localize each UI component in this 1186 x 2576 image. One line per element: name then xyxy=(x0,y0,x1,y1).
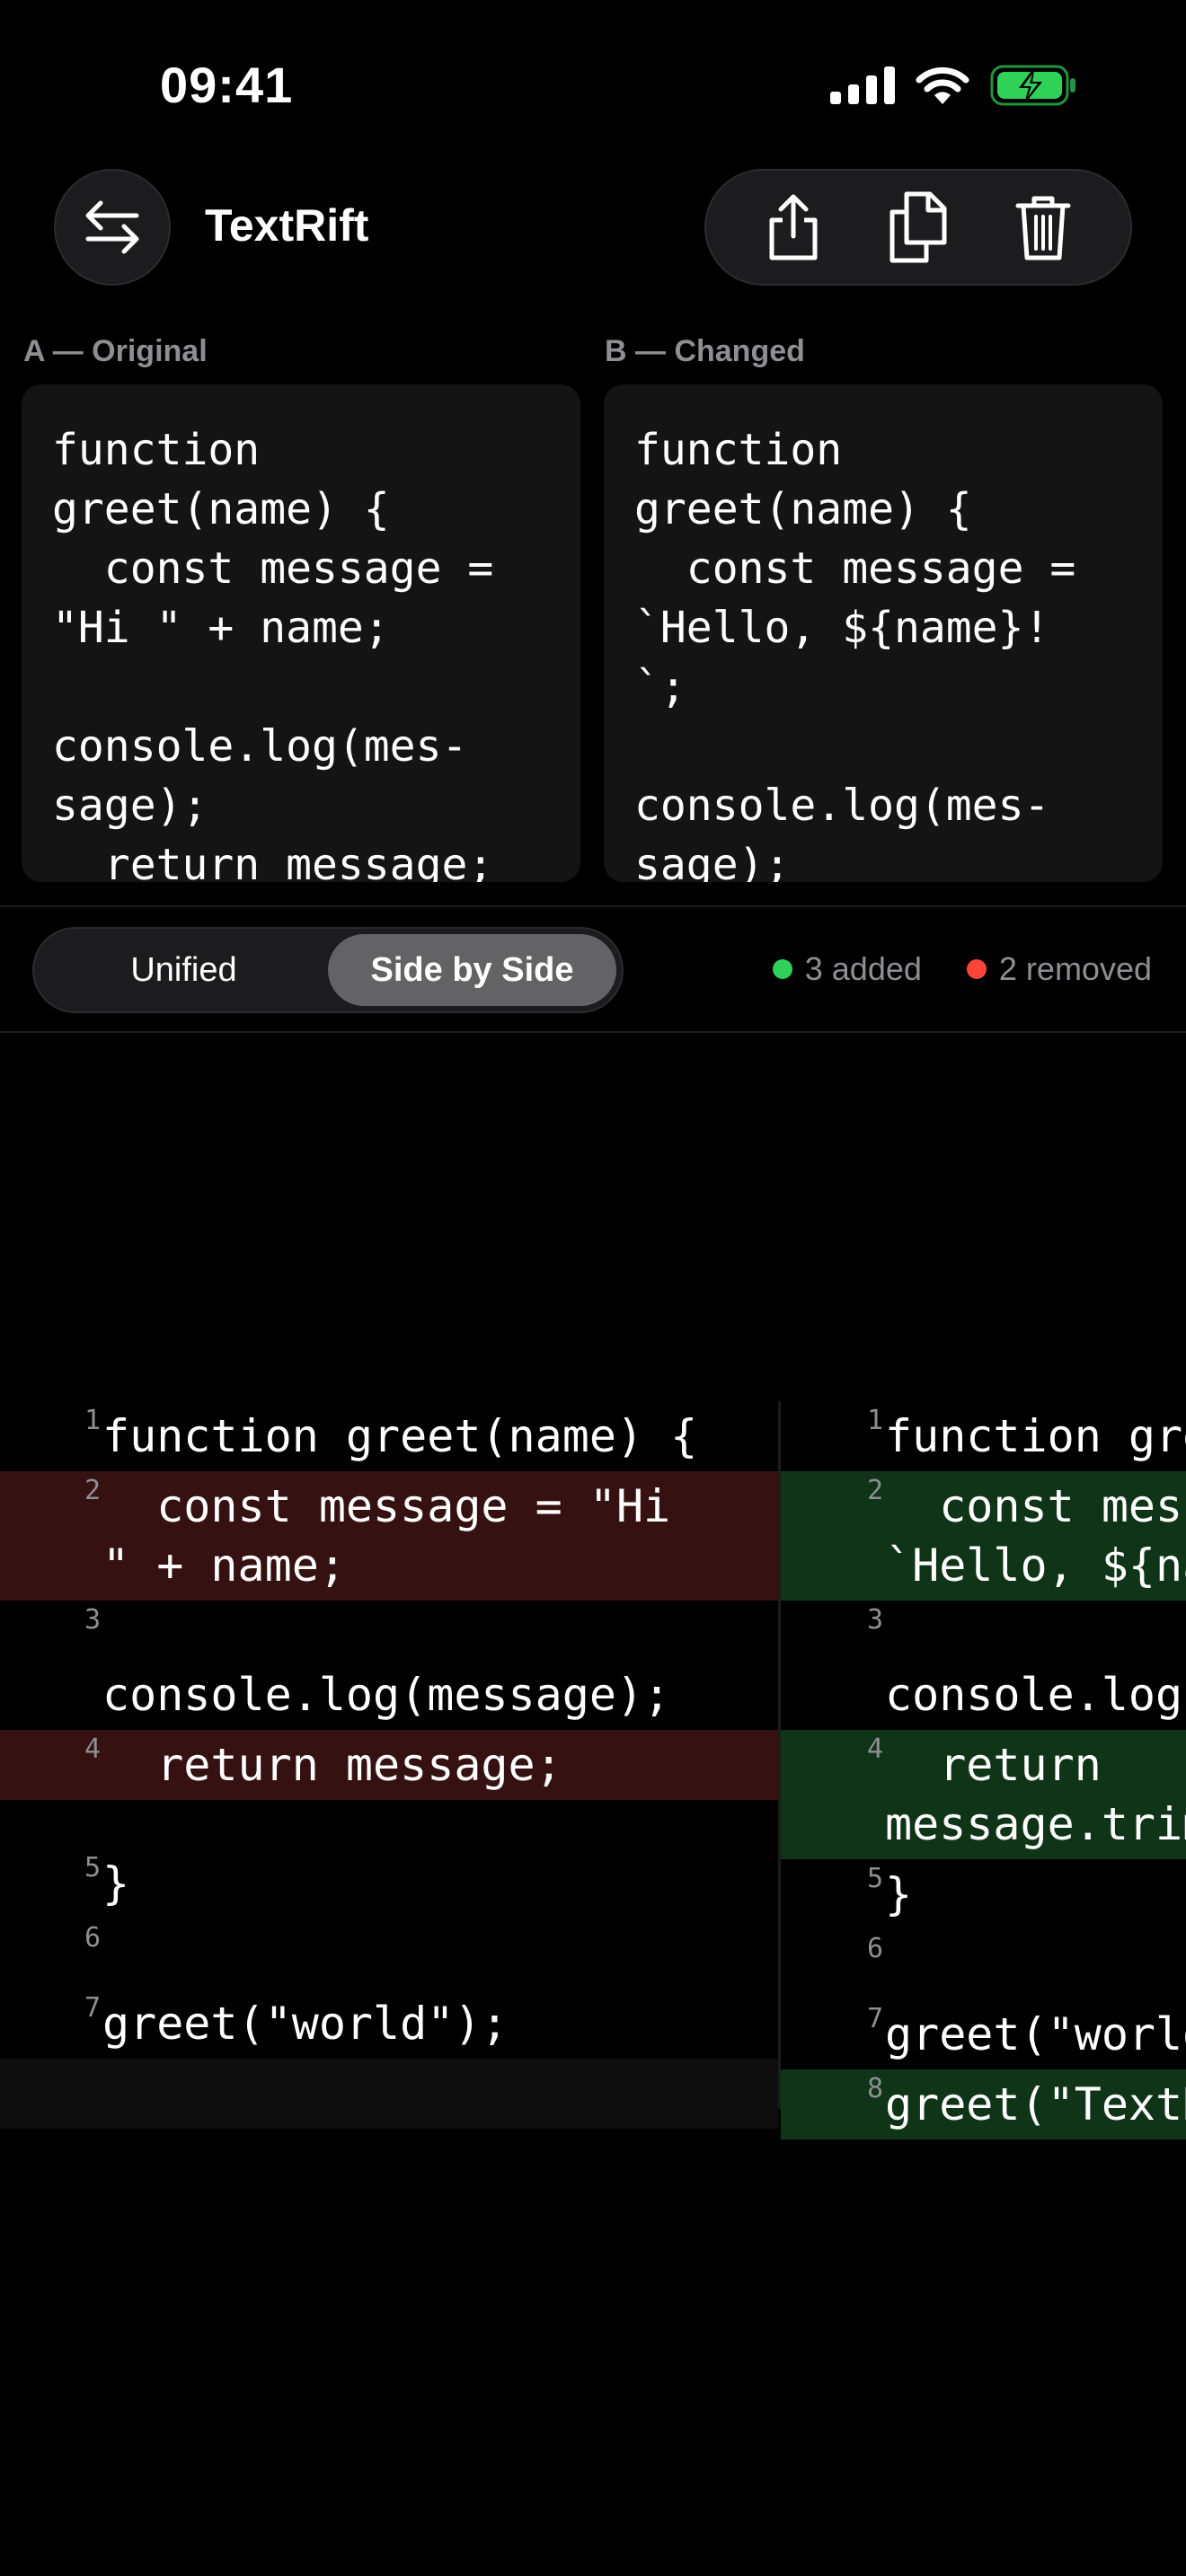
diff-stats: 3 added 2 removed xyxy=(772,950,1152,988)
diff-column-changed: 1function greet(name) {2 const message =… xyxy=(781,1401,1186,2139)
delete-button[interactable] xyxy=(998,182,1088,272)
diff-column-original: 1 function greet(name) {2 const message =… xyxy=(0,1401,778,2129)
diff-line-removed: 4 return message; xyxy=(0,1730,778,1800)
added-dot-icon xyxy=(772,959,792,979)
diff-line-placeholder xyxy=(0,2059,778,2129)
diff-line-same: 5} xyxy=(781,1859,1186,1929)
line-number: 1 xyxy=(84,1405,101,1436)
line-number: 5 xyxy=(84,1852,101,1883)
line-text: const message = "Hi " + name; xyxy=(102,1480,671,1592)
line-text: console.log(message); xyxy=(885,1669,1186,1721)
battery-charging-icon xyxy=(990,65,1075,106)
app-title: TextRift xyxy=(205,200,369,251)
line-text: greet("TextRift"); xyxy=(885,2078,1186,2130)
line-text: console.log(message); xyxy=(102,1669,671,1721)
diff-line-added: 4 return message.trim(); xyxy=(781,1730,1186,1859)
line-text: function greet(name) { xyxy=(102,1410,698,1462)
divider-bottom xyxy=(0,1031,1186,1033)
trash-icon xyxy=(1015,196,1071,260)
app-header: TextRift xyxy=(0,169,1186,286)
removed-stat: 2 removed xyxy=(966,950,1152,988)
copy-icon xyxy=(890,191,947,263)
line-number: 4 xyxy=(866,1734,883,1765)
diff-line-same: 5} xyxy=(0,1848,778,1919)
divider-top xyxy=(0,905,1186,907)
added-stat: 3 added xyxy=(772,950,922,988)
line-number: 5 xyxy=(866,1863,883,1894)
line-text: const message = `Hello, ${name}!`; xyxy=(885,1480,1186,1592)
line-text: greet("world"); xyxy=(102,1998,509,2050)
diff-line-same: 3 console.log(message); xyxy=(0,1601,778,1730)
line-number: 1 xyxy=(866,1405,883,1436)
swap-button[interactable] xyxy=(54,169,171,286)
diff-line-added: 2 const message = `Hello, ${name}!`; xyxy=(781,1471,1186,1601)
status-icons xyxy=(830,65,1078,106)
line-number: 8 xyxy=(866,2073,883,2104)
line-number: 2 xyxy=(866,1475,883,1506)
pane-b-label: B — Changed xyxy=(605,334,805,368)
wifi-icon xyxy=(916,66,969,104)
line-text: return message; xyxy=(102,1739,562,1791)
line-number: 6 xyxy=(84,1922,101,1954)
tab-unified[interactable]: Unified xyxy=(40,934,328,1006)
cellular-signal-icon xyxy=(830,66,895,104)
diff-line-removed: 2 const message = "Hi " + name; xyxy=(0,1471,778,1601)
pane-a-editor[interactable]: function greet(name) { const message = "… xyxy=(22,384,580,882)
line-number: 2 xyxy=(84,1475,101,1506)
removed-count: 2 removed xyxy=(998,950,1152,987)
diff-line-same: 3 console.log(message); xyxy=(781,1601,1186,1730)
line-text xyxy=(102,2059,129,2129)
line-number: 3 xyxy=(84,1604,101,1636)
line-text: } xyxy=(102,1857,130,1910)
view-mode-toggle: Unified Side by Side xyxy=(32,927,624,1013)
line-number: 7 xyxy=(866,2003,883,2034)
status-time: 09:41 xyxy=(160,57,294,113)
share-button[interactable] xyxy=(748,182,838,272)
line-number: 6 xyxy=(866,1933,883,1964)
removed-dot-icon xyxy=(966,959,987,979)
pane-b-text[interactable]: function greet(name) { const message = `… xyxy=(634,420,1132,882)
swap-arrows-icon xyxy=(85,200,139,254)
diff-line-added: 8greet("TextRift"); xyxy=(781,2069,1186,2139)
diff-line-same: 6 xyxy=(0,1919,778,1989)
status-bar: 09:41 xyxy=(0,0,1186,171)
diff-line-same: 1function greet(name) { xyxy=(0,1401,778,1471)
line-text: greet("world"); xyxy=(885,2008,1186,2060)
diff-line-same: 7greet("world"); xyxy=(0,1989,778,2059)
pane-a-text[interactable]: function greet(name) { const message = "… xyxy=(52,420,550,882)
added-count: 3 added xyxy=(804,950,922,987)
line-text: function greet(name) { xyxy=(885,1410,1186,1462)
line-number: 7 xyxy=(84,1992,101,2024)
copy-button[interactable] xyxy=(873,182,963,272)
diff-line-spacer xyxy=(0,1800,778,1848)
line-number: 3 xyxy=(866,1604,883,1636)
share-icon xyxy=(769,194,818,260)
line-number xyxy=(0,1800,102,1804)
diff-column-separator xyxy=(778,1401,781,2109)
pane-b-editor[interactable]: function greet(name) { const message = `… xyxy=(604,384,1163,882)
line-text: } xyxy=(885,1868,913,1920)
line-number xyxy=(0,2059,102,2062)
diff-line-same: 7greet("world"); xyxy=(781,1999,1186,2069)
tab-side-by-side[interactable]: Side by Side xyxy=(328,934,616,1006)
diff-line-same: 6 xyxy=(781,1929,1186,1999)
action-group xyxy=(704,169,1132,286)
diff-line-same: 1function greet(name) { xyxy=(781,1401,1186,1471)
line-number: 4 xyxy=(84,1734,101,1765)
line-text: return message.trim(); xyxy=(885,1739,1186,1850)
pane-a-label: A — Original xyxy=(23,334,208,368)
